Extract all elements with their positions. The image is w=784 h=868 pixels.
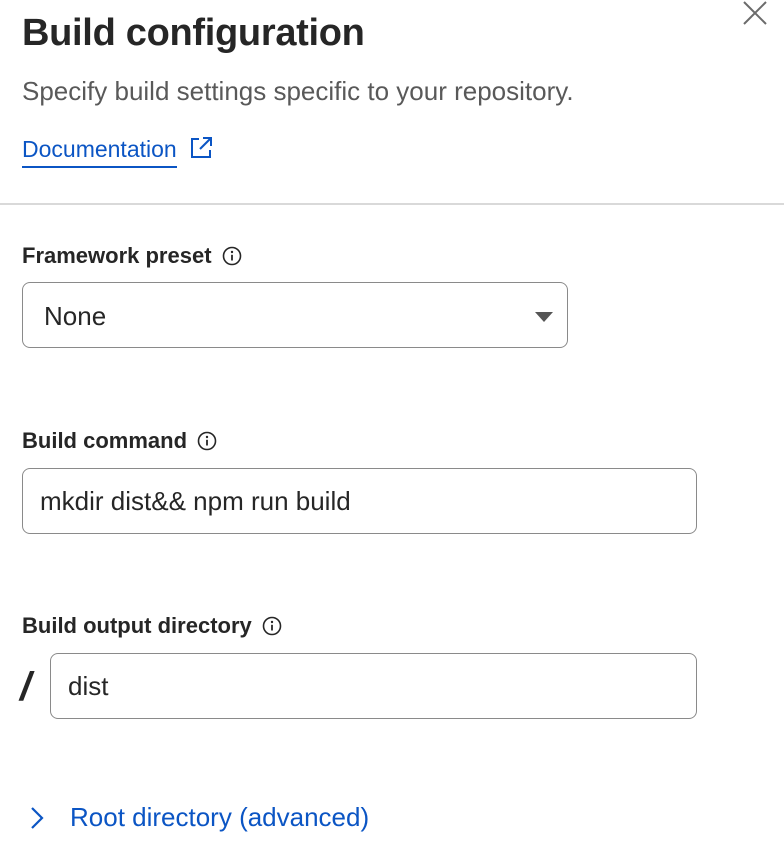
build-output-input[interactable] <box>50 653 697 719</box>
external-link-icon <box>190 137 212 158</box>
close-icon[interactable] <box>738 0 774 30</box>
root-directory-toggle[interactable]: Root directory (advanced) <box>28 802 369 833</box>
build-command-input[interactable] <box>22 468 697 534</box>
info-icon[interactable] <box>222 246 242 266</box>
info-icon[interactable] <box>262 616 282 636</box>
build-command-label: Build command <box>22 427 217 455</box>
build-output-label: Build output directory <box>22 612 282 640</box>
build-output-label-text: Build output directory <box>22 613 252 638</box>
output-path-prefix: / <box>20 665 32 709</box>
page-title: Build configuration <box>22 12 365 54</box>
framework-preset-label: Framework preset <box>22 242 242 270</box>
framework-preset-select[interactable]: None <box>22 282 568 348</box>
documentation-link[interactable]: Documentation <box>22 134 213 168</box>
framework-preset-value: None <box>44 301 107 331</box>
build-command-label-text: Build command <box>22 428 188 453</box>
root-directory-label[interactable]: Root directory (advanced) <box>70 802 369 833</box>
framework-preset-label-text: Framework preset <box>22 243 212 268</box>
section-divider <box>0 203 784 205</box>
caret-down-icon <box>535 312 553 322</box>
info-icon[interactable] <box>197 431 217 451</box>
page-subtitle: Specify build settings specific to your … <box>22 76 574 106</box>
chevron-right-icon <box>31 806 44 829</box>
documentation-link-label[interactable]: Documentation <box>22 134 177 168</box>
